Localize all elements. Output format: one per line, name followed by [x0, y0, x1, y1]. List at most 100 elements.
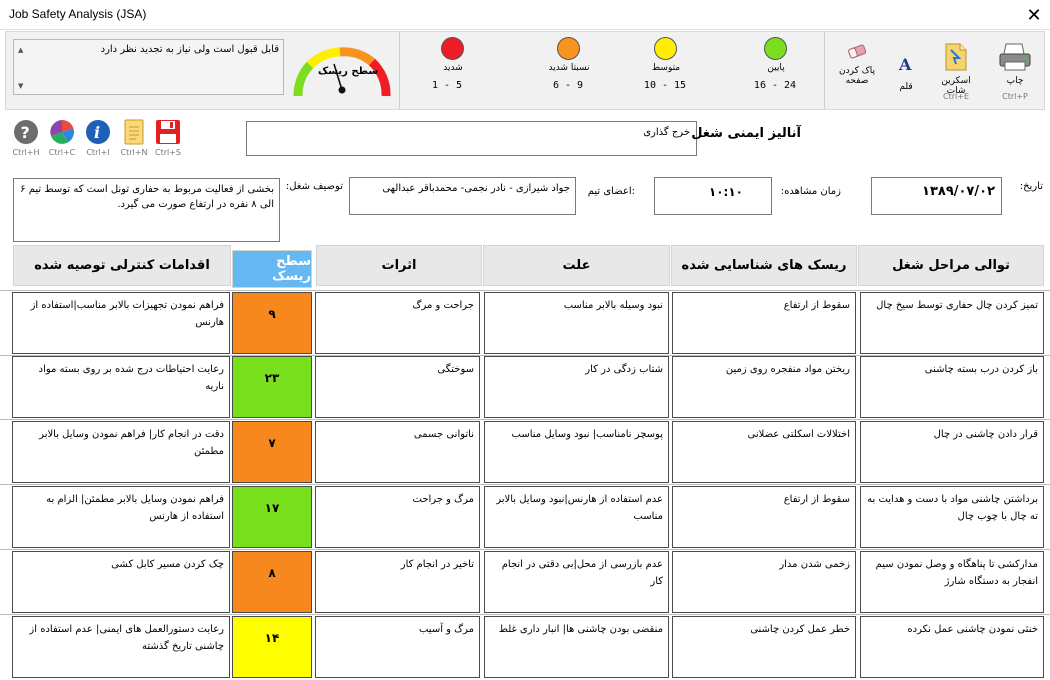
svg-text:?: ?	[21, 123, 30, 142]
cell-cause[interactable]: پوسچر نامناسب| نبود وسایل مناسب	[484, 421, 669, 483]
window-title: Job Safety Analysis (JSA)	[9, 7, 147, 21]
level-severe-range: 1 - 5	[431, 80, 463, 91]
cell-effect[interactable]: ناتوانی جسمی	[315, 421, 480, 483]
level-low-icon	[764, 37, 787, 60]
chart-button[interactable]: Ctrl+C	[45, 119, 79, 161]
cell-hazard[interactable]: سقوط از ارتفاع	[672, 292, 856, 354]
header-risk-level: سطح ریسک	[232, 250, 312, 288]
scroll-down-icon[interactable]: ▼	[18, 82, 23, 90]
svg-text:i: i	[94, 123, 100, 142]
date-value: ۱۳۸۹/۰۷/۰۲	[922, 184, 995, 199]
cell-hazard[interactable]: ریختن مواد منفجره روی زمین	[672, 356, 856, 418]
help-shortcut: Ctrl+H	[12, 148, 40, 157]
row-divider	[0, 419, 1050, 420]
screenshot-shortcut: Ctrl+E	[943, 92, 969, 101]
title-bar: Job Safety Analysis (JSA) ✕	[0, 0, 1050, 30]
time-field[interactable]: ۱۰:۱۰	[654, 177, 772, 215]
date-field[interactable]: ۱۳۸۹/۰۷/۰۲	[871, 177, 1002, 215]
cell-effect[interactable]: سوختگی	[315, 356, 480, 418]
header-hazards: ریسک های شناسایی شده	[671, 245, 857, 286]
new-button[interactable]: Ctrl+N	[117, 119, 151, 161]
cell-risk-level[interactable]: ۲۳	[232, 356, 312, 418]
header-steps: توالی مراحل شغل	[858, 245, 1044, 286]
save-icon	[156, 120, 180, 144]
help-button[interactable]: ? Ctrl+H	[9, 119, 43, 161]
risk-remark-box[interactable]: قابل قبول است ولی نیاز به تجدید نظر دارد…	[13, 39, 284, 95]
pen-label: قلم	[899, 82, 913, 92]
screenshot-icon	[945, 43, 967, 71]
description-field[interactable]: بخشی از فعالیت مربوط به حفاری تونل است ک…	[13, 178, 280, 242]
printer-icon	[999, 43, 1031, 71]
toolbar-separator	[399, 32, 400, 109]
pen-button[interactable]: A قلم	[884, 36, 928, 106]
cell-cause[interactable]: منقضی بودن چاشنی ها| انبار داری غلط	[484, 616, 669, 678]
cell-risk-level[interactable]: ۹	[232, 292, 312, 354]
cell-cause[interactable]: شتاب زدگی در کار	[484, 356, 669, 418]
cell-risk-level[interactable]: ۷	[232, 421, 312, 483]
clear-page-label: پاک کردن صفحه	[838, 66, 876, 86]
level-medium-label: متوسط	[651, 63, 681, 73]
cell-risk-level[interactable]: ۱۷	[232, 486, 312, 548]
cell-hazard[interactable]: خطر عمل کردن چاشنی	[672, 616, 856, 678]
cell-hazard[interactable]: اختلالات اسکلتی عضلانی	[672, 421, 856, 483]
cell-risk-level[interactable]: ۸	[232, 551, 312, 613]
screenshot-button[interactable]: اسکرین شات Ctrl+E	[928, 36, 984, 108]
cell-hazard[interactable]: سقوط از ارتفاع	[672, 486, 856, 548]
time-value: ۱۰:۱۰	[708, 185, 743, 199]
eraser-icon	[848, 44, 867, 59]
print-shortcut: Ctrl+P	[1002, 92, 1028, 101]
cell-step[interactable]: باز کردن درب بسته چاشنی	[860, 356, 1044, 418]
description-label: توصیف شغل:	[285, 181, 343, 192]
time-label: زمان مشاهده:	[780, 186, 841, 197]
table-row: مدارکشی تا پناهگاه و وصل نمودن سیم انفجا…	[0, 551, 1050, 613]
table-row: خنثی نمودن چاشنی عمل نکرده خطر عمل کردن …	[0, 616, 1050, 678]
risk-remark-text: قابل قبول است ولی نیاز به تجدید نظر دارد	[100, 44, 279, 55]
cell-control[interactable]: دقت در انجام کار| فراهم نمودن وسایل بالا…	[12, 421, 230, 483]
risk-gauge: سطح ریسک	[288, 38, 396, 104]
cell-cause[interactable]: نبود وسیله بالابر مناسب	[484, 292, 669, 354]
jsa-table-body: تمیز کردن چال حفاری توسط سیخ چال سقوط از…	[0, 290, 1050, 680]
info-shortcut: Ctrl+I	[86, 148, 110, 157]
level-high-range: 6 - 9	[552, 80, 584, 91]
close-button[interactable]: ✕	[1018, 0, 1050, 30]
header-controls: اقدامات کنترلی توصیه شده	[13, 245, 231, 286]
cell-step[interactable]: خنثی نمودن چاشنی عمل نکرده	[860, 616, 1044, 678]
team-field[interactable]: جواد شیرازی - نادر نجمی- محمدباقر عبداله…	[349, 177, 576, 215]
font-icon: A	[898, 55, 912, 74]
table-row: برداشتن چاشنی مواد با دست و هدایت به ته …	[0, 486, 1050, 548]
info-button[interactable]: i Ctrl+I	[81, 119, 115, 161]
cell-step[interactable]: مدارکشی تا پناهگاه و وصل نمودن سیم انفجا…	[860, 551, 1044, 613]
print-button[interactable]: چاپ Ctrl+P	[988, 36, 1042, 108]
cell-step[interactable]: قرار دادن چاشنی در چال	[860, 421, 1044, 483]
cell-step[interactable]: برداشتن چاشنی مواد با دست و هدایت به ته …	[860, 486, 1044, 548]
cell-cause[interactable]: عدم استفاده از هارنس|نبود وسایل بالابر م…	[484, 486, 669, 548]
jsa-title-field[interactable]: خرج گذاری	[246, 121, 697, 156]
level-high-label: نسبتا شدید	[548, 63, 590, 73]
team-value: جواد شیرازی - نادر نجمی- محمدباقر عبداله…	[382, 183, 570, 194]
clear-page-button[interactable]: پاک کردن صفحه	[832, 36, 882, 106]
cell-effect[interactable]: مرگ و آسیب	[315, 616, 480, 678]
toolbar: قابل قبول است ولی نیاز به تجدید نظر دارد…	[5, 31, 1045, 110]
level-high-icon	[557, 37, 580, 60]
cell-cause[interactable]: عدم بازرسی از محل|بی دقتی در انجام کار	[484, 551, 669, 613]
scroll-up-icon[interactable]: ▲	[18, 46, 23, 54]
cell-control[interactable]: فراهم نمودن تجهیزات بالابر مناسب|استفاده…	[12, 292, 230, 354]
cell-control[interactable]: رعایت احتیاطات درج شده بر روی بسته مواد …	[12, 356, 230, 418]
row-divider	[0, 614, 1050, 615]
cell-control[interactable]: چک کردن مسیر کابل کشی	[12, 551, 230, 613]
header-effects: اثرات	[316, 245, 482, 286]
cell-effect[interactable]: جراحت و مرگ	[315, 292, 480, 354]
cell-risk-level[interactable]: ۱۴	[232, 616, 312, 678]
cell-effect[interactable]: مرگ و جراحت	[315, 486, 480, 548]
level-severe-icon	[441, 37, 464, 60]
row-divider	[0, 549, 1050, 550]
cell-effect[interactable]: تاخیر در انجام کار	[315, 551, 480, 613]
cell-hazard[interactable]: زخمی شدن مدار	[672, 551, 856, 613]
svg-text:A: A	[898, 55, 912, 74]
save-button[interactable]: Ctrl+S	[151, 119, 185, 161]
cell-control[interactable]: فراهم نمودن وسایل بالابر مطمئن| الزام به…	[12, 486, 230, 548]
save-shortcut: Ctrl+S	[154, 148, 181, 157]
cell-control[interactable]: رعایت دستورالعمل های ایمنی| عدم استفاده …	[12, 616, 230, 678]
cell-step[interactable]: تمیز کردن چال حفاری توسط سیخ چال	[860, 292, 1044, 354]
date-label: تاریخ:	[1019, 181, 1043, 192]
